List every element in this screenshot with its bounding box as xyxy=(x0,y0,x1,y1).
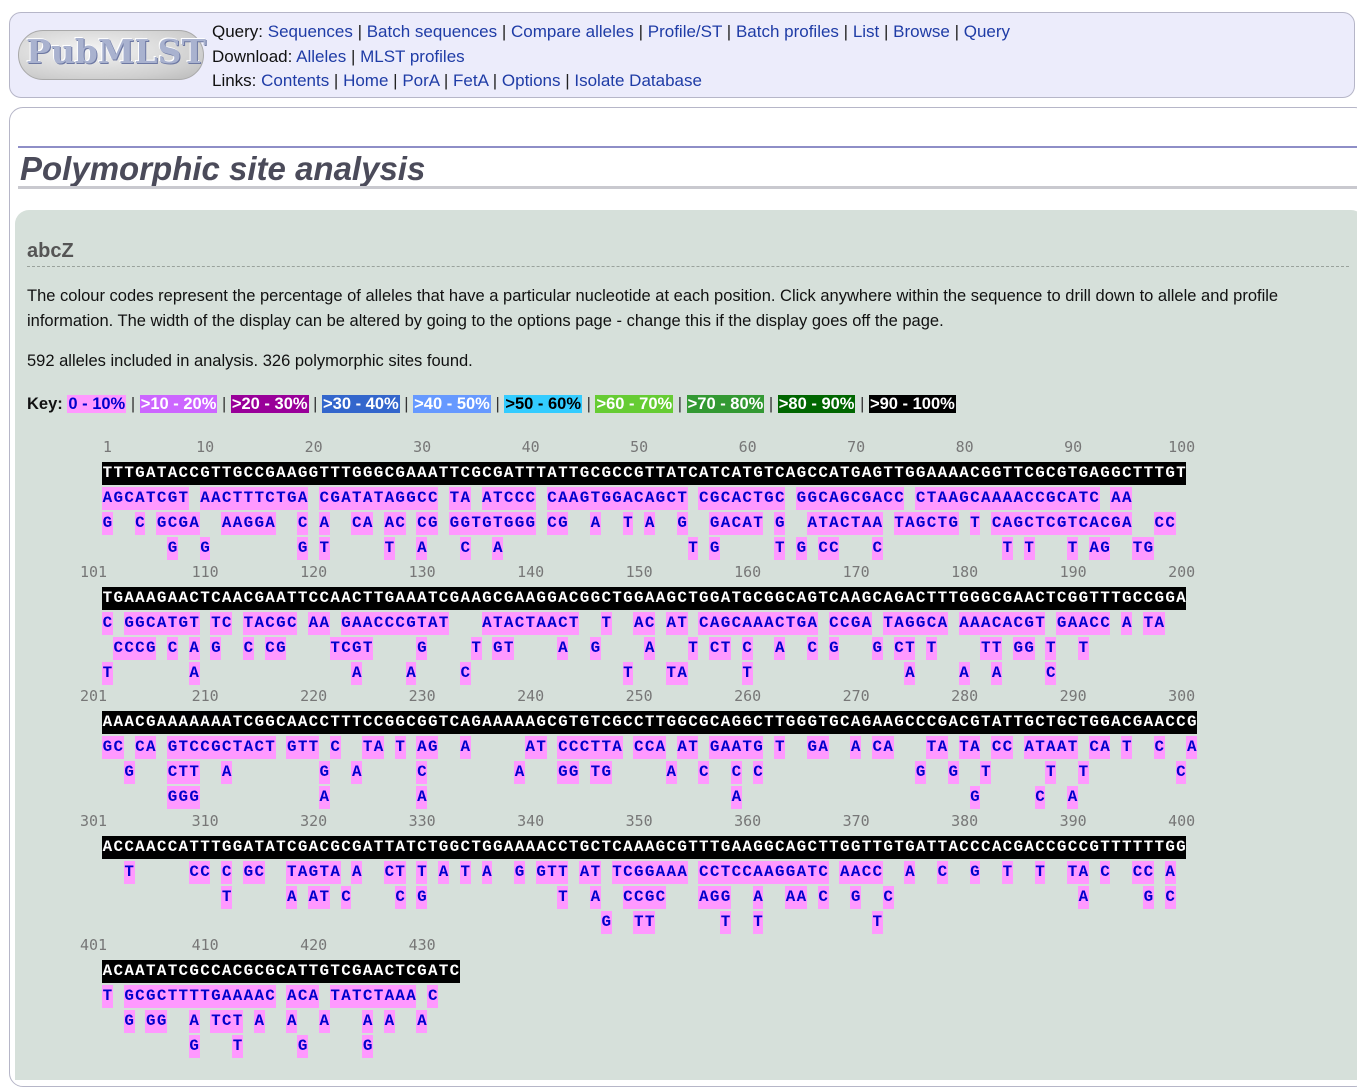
position-ruler-label: 320 xyxy=(300,811,328,830)
position-ruler-label: 160 xyxy=(734,562,762,581)
position-ruler-label: 110 xyxy=(191,562,219,581)
position-ruler-label: 10 xyxy=(196,438,215,456)
position-ruler-label: 100 xyxy=(1168,438,1196,456)
position-ruler-label: 210 xyxy=(191,687,219,705)
position-ruler-label: 220 xyxy=(300,687,328,705)
position-ruler-label: 350 xyxy=(625,811,653,830)
position-ruler-label: 330 xyxy=(408,811,436,830)
position-ruler-label: 40 xyxy=(521,438,540,456)
position-ruler-label: 190 xyxy=(1059,562,1087,581)
position-ruler-label: 30 xyxy=(413,438,432,456)
variant-row[interactable]: GGG A A A G C A xyxy=(102,786,1078,809)
consensus-sequence-row[interactable]: AAACGAAAAAAATCGGCAACCTTTCCGGCGGTCAGAAAAA… xyxy=(102,711,1198,734)
variant-row[interactable]: CCCG C A G C CG TCGT G T GT A G A T CT C… xyxy=(102,636,1089,660)
variant-row[interactable]: G GG A TCT A A A A A A xyxy=(102,1010,428,1033)
variant-row[interactable]: G C GCGA AAGGA C A CA AC CG GGTGTGGG CG … xyxy=(102,512,1176,535)
position-ruler-label: 80 xyxy=(955,438,974,456)
position-ruler-label: 390 xyxy=(1059,811,1087,830)
variant-row[interactable]: C GGCATGT TC TACGC AA GAACCCGTAT ATACTAA… xyxy=(102,611,1165,635)
variant-row[interactable]: G T G G xyxy=(102,1035,374,1058)
position-ruler-label: 300 xyxy=(1168,687,1196,705)
variant-row[interactable]: GC CA GTCCGCTACT GTT C TA T AG A AT CCCT… xyxy=(102,736,1198,759)
position-ruler-label: 101 xyxy=(80,562,108,581)
position-ruler-label: 60 xyxy=(738,438,757,456)
position-ruler-label: 240 xyxy=(517,687,545,705)
consensus-sequence-row[interactable]: TGAAAGAACTCAACGAATTCCAACTTGAAATCGAAGCGAA… xyxy=(102,586,1187,610)
position-ruler-label: 400 xyxy=(1168,811,1196,830)
position-ruler-label: 130 xyxy=(408,562,436,581)
position-ruler-label: 1 xyxy=(102,438,112,456)
variant-row[interactable]: T A AT C C G T A CCGC AGG A AA C G C A G… xyxy=(102,885,1176,909)
position-ruler-label: 290 xyxy=(1059,687,1087,705)
position-ruler-label: 150 xyxy=(625,562,653,581)
position-ruler-label: 370 xyxy=(842,811,870,830)
position-ruler-label: 201 xyxy=(80,687,108,705)
position-ruler-label: 340 xyxy=(517,811,545,830)
sequence-display[interactable]: 1 10 20 30 40 50 60 70 80 90 100 TTTGATACCGTTGCCGAA… xyxy=(0,0,1357,1073)
position-ruler-label: 260 xyxy=(734,687,762,705)
variant-row[interactable]: AGCATCGT AACTTTCTGA CGATATAGGCC TA ATCCC… xyxy=(102,487,1133,510)
position-ruler-label: 50 xyxy=(630,438,649,456)
position-ruler-label: 301 xyxy=(80,811,108,830)
position-ruler-label: 20 xyxy=(304,438,323,456)
position-ruler-label: 140 xyxy=(517,562,545,581)
position-ruler-label: 180 xyxy=(951,562,979,581)
position-ruler-label: 430 xyxy=(408,936,436,954)
position-ruler-label: 360 xyxy=(734,811,762,830)
variant-row[interactable]: G CTT A G A C A GG TG A C C C G G T T T … xyxy=(102,761,1187,784)
position-ruler-label: 90 xyxy=(1064,438,1083,456)
position-ruler-label: 380 xyxy=(951,811,979,830)
position-ruler-label: 200 xyxy=(1168,562,1196,581)
position-ruler-label: 120 xyxy=(300,562,328,581)
position-ruler-label: 410 xyxy=(191,936,219,954)
variant-row[interactable]: G TT T T T xyxy=(102,910,883,934)
variant-row[interactable]: T A A A C T TA T A A A C xyxy=(102,661,1057,685)
position-ruler-label: 420 xyxy=(300,936,328,954)
consensus-sequence-row[interactable]: TTTGATACCGTTGCCGAAGGTTTGGGCGAAATTCGCGATT… xyxy=(102,462,1187,485)
position-ruler-label: 310 xyxy=(191,811,219,830)
position-ruler-label: 401 xyxy=(80,936,108,954)
position-ruler-label: 270 xyxy=(842,687,870,705)
variant-row[interactable]: T GCGCTTTTGAAAAC ACA TATCTAAA C xyxy=(102,985,439,1008)
position-ruler-label: 230 xyxy=(408,687,436,705)
variant-row[interactable]: T CC C GC TAGTA A CT T A T A G GTT AT TC… xyxy=(102,860,1176,884)
consensus-sequence-row[interactable]: ACAATATCGCCACGCGCATTGTCGAACTCGATC xyxy=(102,960,460,983)
position-ruler-label: 280 xyxy=(951,687,979,705)
consensus-sequence-row[interactable]: ACCAACCATTTGGATATCGACGCGATTATCTGGCTGGAAA… xyxy=(102,835,1187,859)
variant-row[interactable]: G G G T T A C A T G T G CC C T T T AG TG xyxy=(102,537,1154,560)
position-ruler-label: 70 xyxy=(847,438,866,456)
position-ruler-label: 170 xyxy=(842,562,870,581)
position-ruler-label: 250 xyxy=(625,687,653,705)
